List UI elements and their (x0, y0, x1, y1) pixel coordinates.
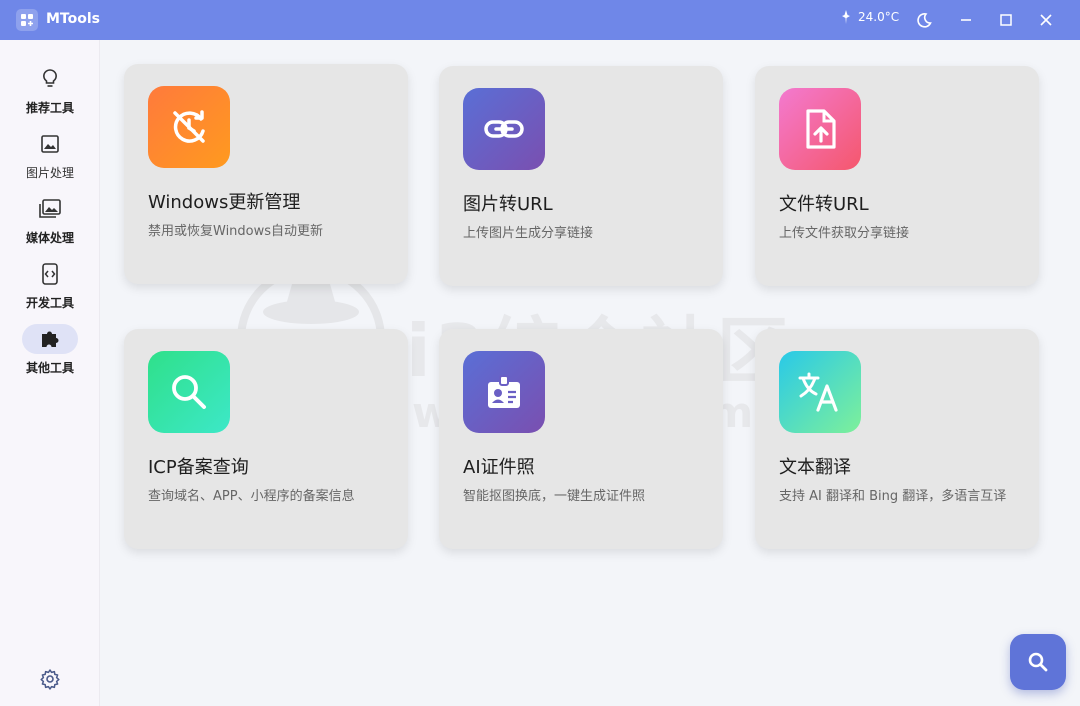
sidebar: 推荐工具 图片处理 媒体处理 开发工具 其他工具 (0, 40, 100, 706)
file-upload-icon (779, 88, 861, 170)
tool-card-windows-update[interactable]: Windows更新管理 禁用或恢复Windows自动更新 (124, 64, 408, 284)
sidebar-item-recommended[interactable]: 推荐工具 (0, 64, 100, 120)
tool-card-translate[interactable]: 文本翻译 支持 AI 翻译和 Bing 翻译，多语言互译 (755, 329, 1039, 549)
gear-icon (40, 669, 60, 690)
sidebar-item-label: 其他工具 (25, 361, 74, 375)
card-title: 文本翻译 (779, 457, 851, 478)
card-title: Windows更新管理 (148, 192, 301, 213)
media-library-icon (22, 194, 78, 224)
card-description: 智能抠图换底，一键生成证件照 (463, 489, 646, 504)
card-title: 图片转URL (463, 194, 553, 215)
sidebar-item-label: 推荐工具 (25, 101, 74, 115)
sidebar-item-media[interactable]: 媒体处理 (0, 194, 100, 250)
sidebar-item-other[interactable]: 其他工具 (0, 324, 100, 380)
app-logo-icon (16, 9, 38, 31)
tool-card-file-to-url[interactable]: 文件转URL 上传文件获取分享链接 (755, 66, 1039, 286)
search-icon (1028, 652, 1048, 672)
dev-code-icon (22, 259, 78, 289)
close-button[interactable] (1034, 8, 1058, 32)
card-description: 查询域名、APP、小程序的备案信息 (148, 489, 355, 504)
thermometer-icon (842, 10, 850, 24)
link-icon (463, 88, 545, 170)
moon-icon (917, 13, 932, 28)
minimize-icon (961, 19, 971, 21)
app-title: MTools (46, 11, 100, 27)
tool-card-ai-id-photo[interactable]: AI证件照 智能抠图换底，一键生成证件照 (439, 329, 723, 549)
maximize-icon (1000, 14, 1012, 26)
weather-widget[interactable]: 24.0°C (840, 9, 899, 25)
puzzle-icon (22, 324, 78, 354)
close-icon (1040, 14, 1052, 26)
maximize-button[interactable] (994, 8, 1018, 32)
card-title: ICP备案查询 (148, 457, 249, 478)
minimize-button[interactable] (954, 8, 978, 32)
title-bar: MTools 24.0°C (0, 0, 1080, 40)
sidebar-item-label: 开发工具 (25, 296, 74, 310)
lightbulb-icon (22, 64, 78, 94)
id-badge-icon (463, 351, 545, 433)
card-title: 文件转URL (779, 194, 869, 215)
card-title: AI证件照 (463, 457, 535, 478)
image-icon (22, 129, 78, 159)
settings-button[interactable] (37, 666, 63, 692)
theme-toggle-button[interactable] (912, 8, 936, 32)
card-description: 支持 AI 翻译和 Bing 翻译，多语言互译 (779, 489, 1007, 504)
card-description: 上传图片生成分享链接 (463, 226, 594, 241)
sidebar-item-label: 媒体处理 (25, 231, 74, 245)
card-description: 禁用或恢复Windows自动更新 (148, 224, 324, 239)
floating-search-button[interactable] (1010, 634, 1066, 690)
sidebar-item-image[interactable]: 图片处理 (0, 129, 100, 185)
search-icon (148, 351, 230, 433)
card-description: 上传文件获取分享链接 (779, 226, 910, 241)
weather-temperature: 24.0°C (858, 10, 900, 24)
tool-card-icp-query[interactable]: ICP备案查询 查询域名、APP、小程序的备案信息 (124, 329, 408, 549)
translate-icon (779, 351, 861, 433)
sidebar-item-label: 图片处理 (25, 166, 74, 180)
tool-card-image-to-url[interactable]: 图片转URL 上传图片生成分享链接 (439, 66, 723, 286)
update-off-icon (148, 86, 230, 168)
sidebar-item-dev[interactable]: 开发工具 (0, 259, 100, 315)
